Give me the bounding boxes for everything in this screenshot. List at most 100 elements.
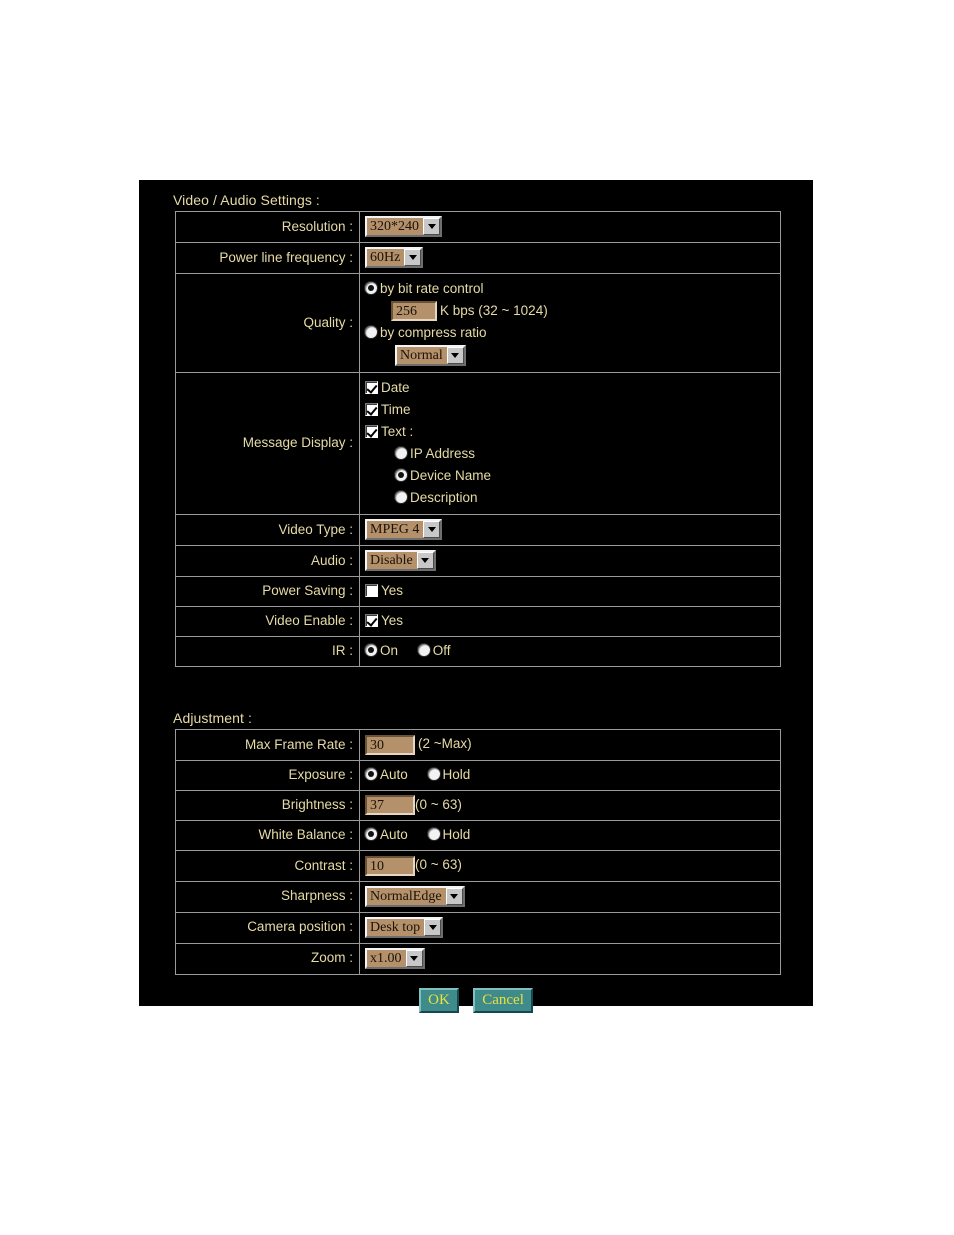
quality-bitrate-input-row: 256 K bps (32 ~ 1024) xyxy=(365,300,776,322)
power-line-frequency-select-value: 60Hz xyxy=(370,250,401,265)
max-frame-rate-input[interactable]: 30 xyxy=(365,734,415,755)
video-type-select[interactable]: MPEG 4 xyxy=(365,519,443,541)
table-row-white-balance: White Balance : Auto Hold xyxy=(175,820,781,852)
resolution-value-cell: 320*240 xyxy=(359,211,781,243)
power-saving-value-cell[interactable]: Yes xyxy=(359,576,781,608)
radio-ir-on-icon[interactable] xyxy=(365,644,377,657)
checkbox-text-icon[interactable] xyxy=(365,425,378,439)
contrast-input[interactable]: 10 xyxy=(365,855,415,876)
brightness-input[interactable]: 37 xyxy=(365,795,415,816)
message-display-time-row[interactable]: Time xyxy=(365,399,776,421)
resolution-select[interactable]: 320*240 xyxy=(365,216,442,237)
table-row-video-type: Video Type : MPEG 4 xyxy=(175,514,781,547)
camera-position-select-value: Desk top xyxy=(370,919,421,935)
chevron-down-icon[interactable] xyxy=(404,249,422,266)
table-row-resolution: Resolution : 320*240 xyxy=(175,211,781,243)
checkbox-video-enable-icon[interactable] xyxy=(365,614,378,628)
message-display-description-label: Description xyxy=(410,490,478,506)
radio-description-icon[interactable] xyxy=(395,491,407,504)
video-audio-settings-table: Resolution : 320*240 Power line frequenc… xyxy=(175,211,781,668)
radio-device-name-icon[interactable] xyxy=(395,469,407,482)
chevron-down-icon[interactable] xyxy=(445,887,463,905)
message-display-text-row[interactable]: Text : xyxy=(365,421,776,443)
video-enable-value-cell[interactable]: Yes xyxy=(359,606,781,638)
message-display-device-name-label: Device Name xyxy=(410,468,492,484)
chevron-down-icon[interactable] xyxy=(424,918,442,936)
adjustment-table: Max Frame Rate : 30 (2 ~Max) Exposure : A… xyxy=(175,729,781,975)
radio-ip-address-icon[interactable] xyxy=(395,447,407,460)
quality-compress-option-row[interactable]: by compress ratio xyxy=(365,322,776,344)
checkbox-time-icon[interactable] xyxy=(365,403,378,417)
chevron-down-icon[interactable] xyxy=(446,347,464,365)
ir-off-label: Off xyxy=(432,643,451,659)
zoom-select[interactable]: x1.00 xyxy=(365,947,425,969)
table-row-sharpness: Sharpness : NormalEdge xyxy=(175,880,781,913)
compress-ratio-select[interactable]: Normal xyxy=(395,345,466,367)
quality-label: Quality : xyxy=(175,272,360,374)
radio-exposure-hold-icon[interactable] xyxy=(427,767,440,780)
message-display-device-name-row[interactable]: Device Name xyxy=(365,465,776,487)
exposure-value-cell: Auto Hold xyxy=(359,759,781,791)
radio-exposure-auto-icon[interactable] xyxy=(365,767,377,780)
radio-bitrate-control-icon[interactable] xyxy=(365,282,377,294)
quality-compress-select-row: Normal xyxy=(365,344,776,367)
resolution-label: Resolution : xyxy=(175,211,360,243)
message-display-date-row[interactable]: Date xyxy=(365,377,776,399)
exposure-hold-option[interactable]: Hold xyxy=(427,765,471,785)
message-display-description-row[interactable]: Description xyxy=(365,487,776,509)
audio-value-cell: Disable xyxy=(359,545,781,578)
checkbox-power-saving-icon[interactable] xyxy=(365,584,378,598)
white-balance-label: White Balance : xyxy=(175,820,360,852)
camera-position-value-cell: Desk top xyxy=(359,911,781,944)
audio-select[interactable]: Disable xyxy=(365,550,436,572)
brightness-label: Brightness : xyxy=(175,789,360,822)
checkbox-date-icon[interactable] xyxy=(365,381,378,395)
sharpness-select[interactable]: NormalEdge xyxy=(365,885,465,907)
chevron-down-icon[interactable] xyxy=(405,949,423,967)
quality-bitrate-option-label: by bit rate control xyxy=(380,281,484,296)
table-row-brightness: Brightness : 37 (0 ~ 63) xyxy=(175,789,781,822)
camera-position-select[interactable]: Desk top xyxy=(365,916,444,938)
quality-bitrate-option-row[interactable]: by bit rate control xyxy=(365,278,776,300)
exposure-hold-label: Hold xyxy=(442,766,471,782)
ir-on-option[interactable]: On xyxy=(365,641,398,661)
power-saving-option-label: Yes xyxy=(381,583,404,599)
video-enable-option-label: Yes xyxy=(381,613,404,629)
radio-white-balance-auto-icon[interactable] xyxy=(365,828,377,841)
video-type-value-cell: MPEG 4 xyxy=(359,514,781,547)
white-balance-hold-label: Hold xyxy=(442,827,471,843)
table-row-max-frame-rate: Max Frame Rate : 30 (2 ~Max) xyxy=(175,729,781,761)
cancel-button[interactable]: Cancel xyxy=(473,987,533,1013)
ok-button[interactable]: OK xyxy=(419,987,459,1013)
message-display-ip-address-row[interactable]: IP Address xyxy=(365,443,776,465)
sharpness-select-value: NormalEdge xyxy=(370,888,442,904)
audio-label: Audio : xyxy=(175,545,360,578)
exposure-auto-option[interactable]: Auto xyxy=(365,765,408,785)
sharpness-value-cell: NormalEdge xyxy=(359,880,781,913)
table-row-ir: IR : On Off xyxy=(175,636,781,668)
radio-compress-ratio-icon[interactable] xyxy=(365,326,377,339)
max-frame-rate-value-cell: 30 (2 ~Max) xyxy=(359,729,781,761)
chevron-down-icon[interactable] xyxy=(423,218,440,235)
bitrate-input[interactable]: 256 xyxy=(391,301,437,322)
chevron-down-icon[interactable] xyxy=(416,552,434,570)
contrast-value-cell: 10 (0 ~ 63) xyxy=(359,850,781,882)
ir-off-option[interactable]: Off xyxy=(417,641,451,661)
white-balance-auto-option[interactable]: Auto xyxy=(365,825,408,845)
power-line-frequency-select[interactable]: 60Hz xyxy=(365,247,424,268)
white-balance-hold-option[interactable]: Hold xyxy=(427,825,471,845)
radio-white-balance-hold-icon[interactable] xyxy=(427,828,440,841)
radio-ir-off-icon[interactable] xyxy=(417,644,430,657)
table-row-power-saving: Power Saving : Yes xyxy=(175,576,781,608)
message-display-date-label: Date xyxy=(381,380,410,396)
video-type-label: Video Type : xyxy=(175,514,360,547)
power-line-frequency-label: Power line frequency : xyxy=(175,242,360,274)
sharpness-label: Sharpness : xyxy=(175,880,360,913)
message-display-value-cell: Date Time Text : IP Address Device Name xyxy=(359,372,781,516)
ir-value-cell: On Off xyxy=(359,636,781,668)
chevron-down-icon[interactable] xyxy=(423,521,441,539)
video-type-select-value: MPEG 4 xyxy=(370,522,420,538)
contrast-label: Contrast : xyxy=(175,850,360,882)
table-row-zoom: Zoom : x1.00 xyxy=(175,942,781,975)
